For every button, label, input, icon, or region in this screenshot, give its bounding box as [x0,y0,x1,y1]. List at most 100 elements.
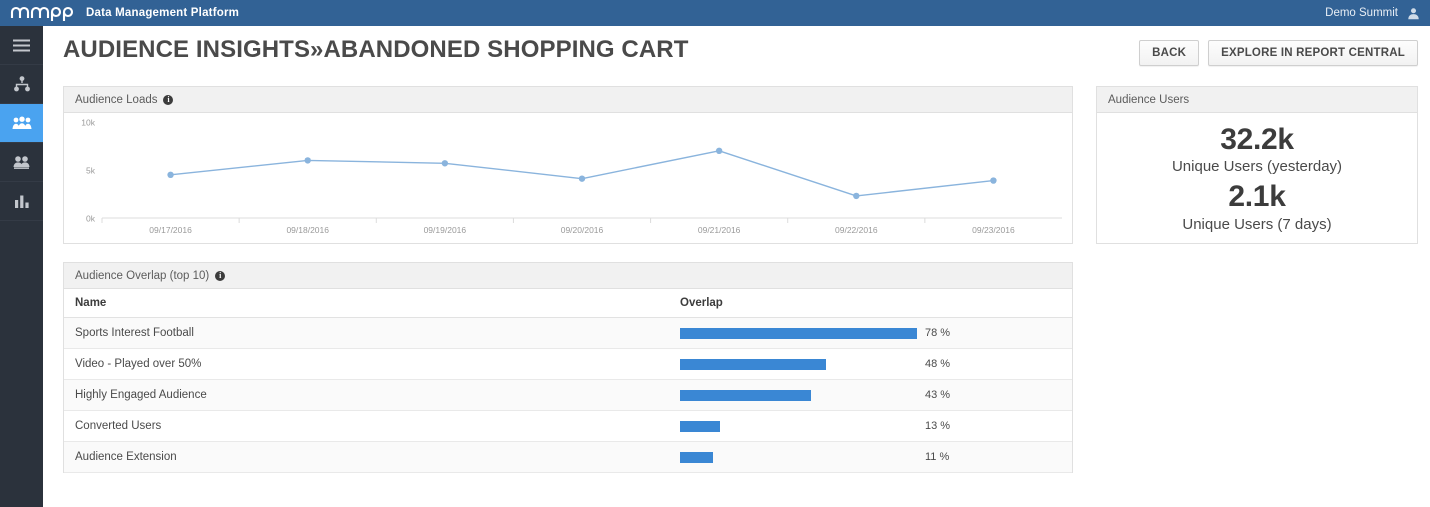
overlap-bar-track [680,327,917,339]
overlap-bar-fill [680,358,826,370]
table-row[interactable]: Audience Extension 11 % [64,441,1072,473]
unique-users-yesterday-value: 32.2k [1220,122,1294,156]
unique-users-7days-value: 2.1k [1228,180,1286,213]
audience-users-panel-header: Audience Users [1097,87,1417,113]
top-navigation-bar: Data Management Platform Demo Summit [0,0,1430,26]
explore-in-report-central-button[interactable]: EXPLORE IN REPORT CENTRAL [1208,40,1418,66]
overlap-percent-label: 43 % [925,389,951,401]
sitemap-icon [13,76,30,92]
table-row[interactable]: Converted Users 13 % [64,410,1072,442]
back-button[interactable]: BACK [1139,40,1200,66]
audience-users-title: Audience Users [1108,93,1190,106]
x-axis-tick-label: 09/22/2016 [835,225,878,235]
overlap-bar-track [680,451,917,463]
overlap-bar-cell: 13 % [680,420,1072,432]
audience-users-panel: Audience Users 32.2k Unique Users (yeste… [1096,86,1418,244]
x-axis-tick-label: 09/19/2016 [424,225,467,235]
overlap-bar-cell: 43 % [680,389,1072,401]
overlap-row-name: Highly Engaged Audience [64,379,669,411]
user-name-label: Demo Summit [1325,7,1398,19]
overlap-bar-fill [680,451,714,463]
info-icon[interactable]: i [163,94,174,105]
sidebar-item-users[interactable] [0,143,43,182]
audience-overlap-table: Name Overlap Sports Interest Football 78 … [64,289,1072,473]
table-header-row: Name Overlap [64,289,1072,318]
mapp-logo-icon [10,6,74,21]
overlap-row-value: 48 % [669,348,1072,380]
audience-loads-title: Audience Loads [75,93,158,106]
x-axis-tick-label: 09/20/2016 [561,225,604,235]
overlap-row-value: 78 % [669,317,1072,349]
table-row[interactable]: Highly Engaged Audience 43 % [64,379,1072,411]
audience-users-metrics: 32.2k Unique Users (yesterday) 2.1k Uniq… [1097,113,1417,243]
y-axis-tick-label: 0k [86,214,96,224]
chart-data-point[interactable] [441,160,449,167]
sidebar-item-menu-toggle[interactable] [0,26,43,65]
overlap-bar-track [680,420,917,432]
table-header: Name Overlap [64,289,1072,318]
sidebar-item-audiences[interactable] [0,104,43,143]
x-axis-tick-label: 09/18/2016 [286,225,329,235]
chart-data-point[interactable] [853,192,860,200]
sidebar-item-sitemap[interactable] [0,65,43,104]
y-axis-tick-label: 5k [86,166,96,176]
unique-users-yesterday-label: Unique Users (yesterday) [1171,158,1343,175]
product-title: Data Management Platform [86,7,240,19]
overlap-row-name: Audience Extension [64,441,669,473]
main-content: AUDIENCE INSIGHTS»ABANDONED SHOPPING CAR… [43,26,1430,507]
overlap-row-name: Sports Interest Football [64,317,669,349]
overlap-percent-label: 11 % [925,451,950,463]
overlap-bar-track [680,389,917,401]
audience-overlap-panel-header: Audience Overlap (top 10) i [64,263,1072,289]
overlap-row-name: Converted Users [64,410,669,442]
overlap-row-value: 13 % [669,410,1072,442]
audience-loads-chart: 0k 5k 10k 09/17/2016 09/18/2016 09/19/2016 09/… [64,113,1072,243]
info-icon[interactable]: i [215,270,226,281]
unique-users-7days-label: Unique Users (7 days) [1182,215,1332,233]
page-header-actions: BACK EXPLORE IN REPORT CENTRAL [1139,40,1418,66]
column-header-name[interactable]: Name [64,289,669,318]
chart-data-point[interactable] [304,157,311,164]
x-axis-tick-label: 09/17/2016 [149,225,192,235]
chart-data-point[interactable] [990,177,997,184]
bar-chart-icon [14,195,29,208]
chart-data-point[interactable] [167,171,174,178]
mapp-logo[interactable] [10,4,74,22]
overlap-row-value: 43 % [669,379,1072,411]
sidebar-item-reports[interactable] [0,182,43,221]
audience-loads-panel: Audience Loads i 0k 5k 10k 09/17/2016 09/18/… [63,86,1073,244]
x-axis-tick-label: 09/21/2016 [698,225,741,235]
overlap-bar-cell: 11 % [680,451,1072,463]
table-row[interactable]: Sports Interest Football 78 % [64,317,1072,349]
user-area[interactable]: Demo Summit [1325,7,1420,20]
chart-data-point[interactable] [715,147,723,154]
page-title: AUDIENCE INSIGHTS»ABANDONED SHOPPING CAR… [63,36,689,63]
chart-data-point[interactable] [578,175,586,182]
overlap-bar-fill [680,327,917,339]
overlap-bar-fill [680,420,720,432]
audience-loads-line-chart: 0k 5k 10k 09/17/2016 09/18/2016 09/19/2016 09/… [81,118,1062,235]
overlap-row-name: Video - Played over 50% [64,348,669,380]
column-header-overlap[interactable]: Overlap [669,289,1072,318]
audience-group-icon [12,116,31,129]
overlap-bar-fill [680,389,811,401]
left-sidebar [0,26,43,507]
chart-line [170,150,994,197]
overlap-row-value: 11 % [669,441,1072,473]
overlap-bar-cell: 78 % [680,327,1072,339]
overlap-bar-cell: 48 % [680,358,1072,370]
page-header: AUDIENCE INSIGHTS»ABANDONED SHOPPING CAR… [43,26,1430,81]
user-icon[interactable] [1407,7,1420,20]
audience-overlap-panel: Audience Overlap (top 10) i Name Overlap… [63,262,1073,473]
x-axis-tick-label: 09/23/2016 [972,225,1015,235]
overlap-percent-label: 78 % [925,327,951,339]
hamburger-menu-icon [13,39,30,51]
overlap-bar-track [680,358,917,370]
overlap-percent-label: 48 % [925,358,951,370]
y-axis-tick-label: 10k [81,118,95,128]
overlap-percent-label: 13 % [925,420,951,432]
table-body: Sports Interest Football 78 % Video - Play… [64,317,1072,473]
audience-overlap-title: Audience Overlap (top 10) [75,269,210,282]
table-row[interactable]: Video - Played over 50% 48 % [64,348,1072,380]
users-icon [13,155,30,169]
